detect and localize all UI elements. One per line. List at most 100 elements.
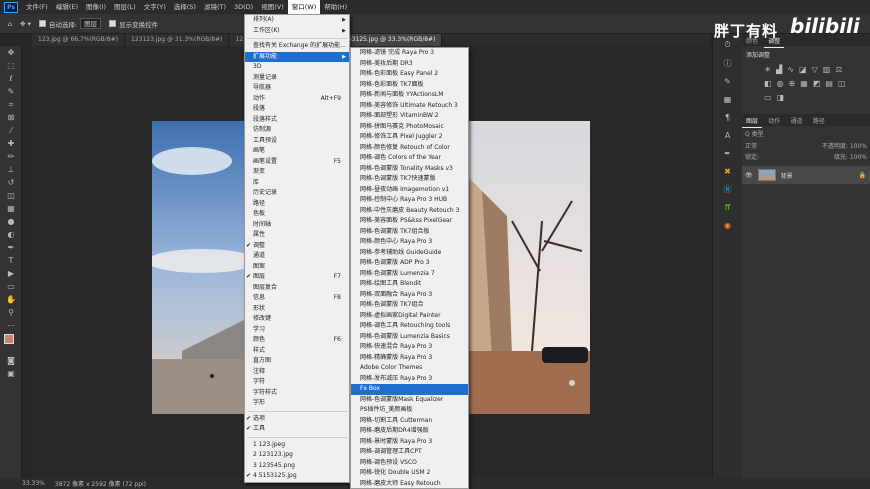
window-menu-item[interactable]: 2 123123.jpg (245, 450, 349, 461)
window-menu-item[interactable]: 信息 F8 (245, 293, 349, 304)
window-menu-item[interactable]: ✔ 调整 (245, 241, 349, 252)
extension-item[interactable]: 网格-色彩面板 Easy Panel 2 (351, 69, 468, 80)
menu-8[interactable]: 视图(V) (257, 0, 288, 14)
levels-icon[interactable]: ▟ (776, 65, 782, 74)
stamp-tool-icon[interactable]: ⊥ (0, 163, 22, 176)
window-menu-item[interactable]: 3 123545.png (245, 461, 349, 472)
extension-item[interactable]: 网格-颜色修复 Retouch of Color (351, 143, 468, 154)
window-menu-item[interactable]: 注释 (245, 367, 349, 378)
threshold-icon[interactable]: ◫ (838, 79, 846, 88)
tab-actions[interactable]: 动作 (764, 114, 784, 127)
quick-mask-icon[interactable]: ◙ (0, 354, 22, 367)
eyedropper-tool-icon[interactable]: ⁄ (0, 124, 22, 137)
ff-plugin-icon[interactable]: ff (718, 200, 738, 214)
window-menu-item[interactable]: 字符 (245, 377, 349, 388)
posterize-icon[interactable]: ▤ (825, 79, 833, 88)
window-menu-item[interactable]: 导航器 (245, 83, 349, 94)
bw-icon[interactable]: ◧ (764, 79, 772, 88)
extension-item[interactable]: 网格-调调管理工具CPT (351, 447, 468, 458)
tab-channels[interactable]: 通道 (787, 114, 807, 127)
extension-item[interactable]: 网格-美容面板 PS&kss PixelGear (351, 216, 468, 227)
layer-row[interactable]: 👁 背景 🔒 (742, 166, 870, 184)
window-menu-item[interactable]: ✔ 4 5153125.jpg (245, 471, 349, 482)
vibrance-icon[interactable]: ▽ (812, 65, 818, 74)
window-menu-item[interactable]: 渐变 (245, 167, 349, 178)
extension-item[interactable]: 网格-色调蒙版 Lumenzia 7 (351, 269, 468, 280)
extension-item[interactable]: 网格-绘图工具 Blendit (351, 279, 468, 290)
window-menu-item[interactable]: 工作区(K) ▶ (245, 26, 349, 37)
extension-item[interactable]: 网格-调色预设 VSCO (351, 458, 468, 469)
auto-select-dropdown[interactable]: 图层 (80, 18, 102, 29)
menu-10[interactable]: 帮助(H) (320, 0, 351, 14)
window-menu-item[interactable]: 图层复合 (245, 283, 349, 294)
extension-item[interactable]: 网格-美妆后期 DR3 (351, 59, 468, 70)
zoom-tool-icon[interactable]: ⚲ (0, 306, 22, 319)
window-menu-item[interactable]: 库 (245, 178, 349, 189)
extension-item[interactable]: 网格-双面融合 Raya Pro 3 (351, 290, 468, 301)
extension-item[interactable]: 网格-拼图马赛克 PhotoMosaic (351, 122, 468, 133)
brush-panel-icon[interactable]: ✎ (718, 74, 738, 88)
color-swatches[interactable] (0, 332, 21, 354)
window-menu-item[interactable]: 直方图 (245, 356, 349, 367)
mixer-icon[interactable]: ⊕ (789, 79, 796, 88)
brightness-icon[interactable]: ☀ (764, 65, 771, 74)
plugin-cross-icon[interactable]: ✖ (718, 164, 738, 178)
window-menu-item[interactable]: 色板 (245, 209, 349, 220)
menu-0[interactable]: 文件(F) (22, 0, 52, 14)
quick-select-tool-icon[interactable]: ✎ (0, 85, 22, 98)
menu-9[interactable]: 窗口(W) (287, 0, 321, 14)
window-menu-item[interactable]: 段落样式 (245, 115, 349, 126)
photo-filter-icon[interactable]: ◍ (777, 79, 784, 88)
extension-item[interactable]: 网格-锐化 Double USM 2 (351, 468, 468, 479)
opacity-value[interactable]: 100% (850, 143, 867, 150)
brush-tool-icon[interactable]: ✏ (0, 150, 22, 163)
menu-2[interactable]: 图像(I) (82, 0, 110, 14)
marquee-tool-icon[interactable]: ⬚ (0, 59, 22, 72)
extension-item[interactable]: 网格-色调蒙版 TK7组合板 (351, 227, 468, 238)
exposure-icon[interactable]: ◪ (799, 65, 807, 74)
window-menu-item[interactable]: 段落 (245, 104, 349, 115)
invert-icon[interactable]: ◩ (813, 79, 821, 88)
path-select-icon[interactable]: ▶ (0, 267, 22, 280)
character-panel-icon[interactable]: A (718, 128, 738, 142)
color-wheel-icon[interactable]: ◉ (718, 218, 738, 232)
menu-3[interactable]: 图层(L) (110, 0, 140, 14)
window-menu-item[interactable]: 形状 (245, 304, 349, 315)
extension-item[interactable]: 网格-参考辅助线 GuideGuide (351, 248, 468, 259)
screen-mode-icon[interactable]: ▣ (0, 367, 22, 380)
swatch-panel-icon[interactable]: ▦ (718, 92, 738, 106)
dodge-tool-icon[interactable]: ◐ (0, 228, 22, 241)
window-menu-item[interactable]: ✔ 图层 F7 (245, 272, 349, 283)
window-menu-item[interactable]: 排列(A) ▶ (245, 15, 349, 26)
window-menu-item[interactable]: 画笔设置 F5 (245, 157, 349, 168)
extension-item[interactable]: Adobe Color Themes (351, 363, 468, 374)
window-menu-item[interactable]: 扩展功能 ▶ (245, 51, 349, 62)
frame-tool-icon[interactable]: ⊠ (0, 111, 22, 124)
extension-item[interactable]: 网格-控制中心 Raya Pro 3 HUB (351, 195, 468, 206)
extension-item[interactable]: 网格-调色工具 Retouching tools (351, 321, 468, 332)
type-tool-icon[interactable]: T (0, 254, 22, 267)
window-menu-item[interactable]: 颜色 F6 (245, 335, 349, 346)
move-tool-icon[interactable]: ✥ ▾ (20, 20, 31, 28)
extension-item[interactable]: 网格-虚拟画家Digital Painter (351, 311, 468, 322)
hand-tool-icon[interactable]: ✋ (0, 293, 22, 306)
window-menu-item[interactable]: 历史记录 (245, 188, 349, 199)
show-transform-toggle[interactable]: 显示变换控件 (109, 19, 158, 29)
window-menu-item[interactable]: ✔ 工具 (245, 424, 349, 435)
extension-item[interactable]: 网格-色调蒙版 TK7组合 (351, 300, 468, 311)
window-menu-item[interactable]: 查找有关 Exchange 的扩展功能... (245, 41, 349, 52)
window-menu-item[interactable]: 仿制源 (245, 125, 349, 136)
window-menu-item[interactable]: 路径 (245, 199, 349, 210)
extension-item[interactable]: 网格-调色 Colors of the Year (351, 153, 468, 164)
extension-item[interactable]: 网格-快速混合 Raya Pro 3 (351, 342, 468, 353)
window-menu-item[interactable]: 样式 (245, 346, 349, 357)
menu-6[interactable]: 滤镜(T) (200, 0, 230, 14)
window-menu-item[interactable]: 属性 (245, 230, 349, 241)
history-brush-icon[interactable]: ↺ (0, 176, 22, 189)
window-menu-item[interactable]: 工具预设 (245, 136, 349, 147)
window-menu-item[interactable]: 通道 (245, 251, 349, 262)
tab-layers[interactable]: 图层 (742, 114, 763, 128)
color-balance-icon[interactable]: ⚖ (835, 65, 842, 74)
extension-item[interactable]: 网格-色调蒙版 TK7快速蒙版 (351, 174, 468, 185)
extension-item[interactable]: 网格-新闻与面板 YYActionsLM (351, 90, 468, 101)
